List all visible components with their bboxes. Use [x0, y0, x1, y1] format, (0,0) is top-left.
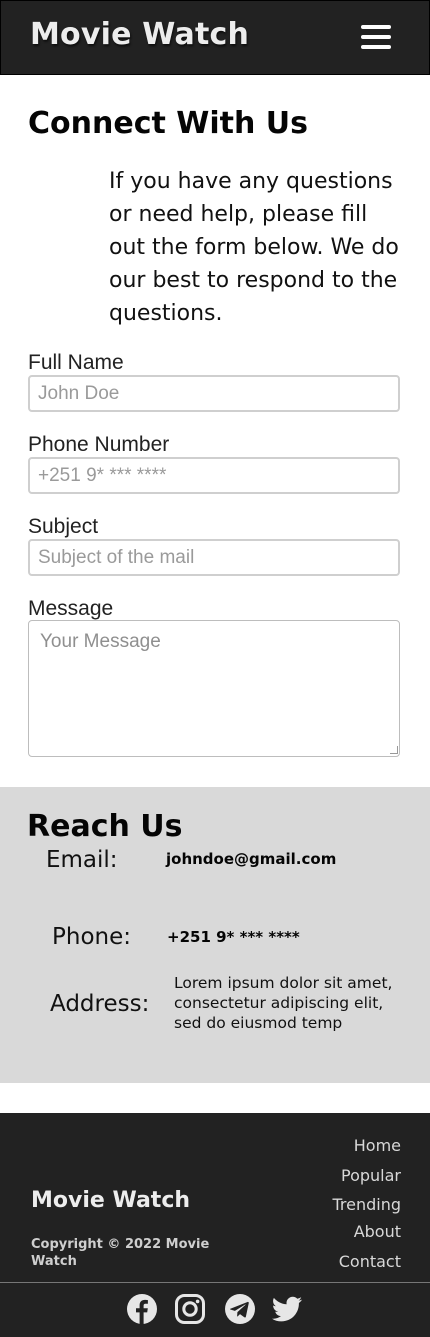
phone-label: Phone: [52, 924, 131, 950]
email-value[interactable]: johndoe@gmail.com [166, 850, 336, 868]
site-footer: Movie Watch Copyright © 2022 Movie Watch… [0, 1113, 430, 1337]
phone-value[interactable]: +251 9* *** **** [167, 928, 300, 946]
full-name-field[interactable] [28, 375, 400, 412]
phone-number-field[interactable] [28, 457, 400, 494]
site-brand[interactable]: Movie Watch [30, 17, 249, 52]
email-label: Email: [46, 847, 118, 873]
footer-link-trending[interactable]: Trending [332, 1195, 401, 1214]
hamburger-menu-icon[interactable] [359, 24, 393, 50]
footer-link-contact[interactable]: Contact [339, 1252, 401, 1271]
resize-handle-icon[interactable] [390, 746, 398, 754]
address-value: Lorem ipsum dolor sit amet, consectetur … [174, 973, 409, 1033]
page-title: Connect With Us [28, 106, 308, 141]
reach-us-title: Reach Us [27, 809, 183, 844]
intro-text: If you have any questions or need help, … [109, 169, 399, 326]
footer-link-about[interactable]: About [354, 1222, 401, 1241]
message-textarea[interactable] [28, 620, 400, 757]
subject-label: Subject [28, 515, 99, 538]
footer-link-popular[interactable]: Popular [341, 1166, 401, 1185]
address-line-2: consectetur adipiscing elit, sed do eius… [174, 994, 384, 1032]
address-line-1: Lorem ipsum dolor sit amet, [174, 974, 393, 992]
instagram-icon[interactable] [174, 1293, 206, 1325]
subject-field[interactable] [28, 539, 400, 576]
address-label: Address: [50, 991, 150, 1017]
twitter-icon[interactable] [271, 1293, 303, 1325]
message-label: Message [28, 597, 114, 620]
phone-number-label: Phone Number [28, 433, 170, 456]
copyright-text: Copyright © 2022 Movie Watch [31, 1237, 210, 1269]
footer-divider [0, 1282, 430, 1283]
reach-us-section: Reach Us Email: johndoe@gmail.com Phone:… [0, 787, 430, 1083]
footer-link-home[interactable]: Home [354, 1136, 401, 1155]
full-name-label: Full Name [28, 351, 124, 374]
telegram-icon[interactable] [224, 1293, 256, 1325]
footer-brand: Movie Watch [31, 1188, 191, 1213]
facebook-icon[interactable] [126, 1293, 158, 1325]
top-navbar: Movie Watch [0, 0, 430, 75]
